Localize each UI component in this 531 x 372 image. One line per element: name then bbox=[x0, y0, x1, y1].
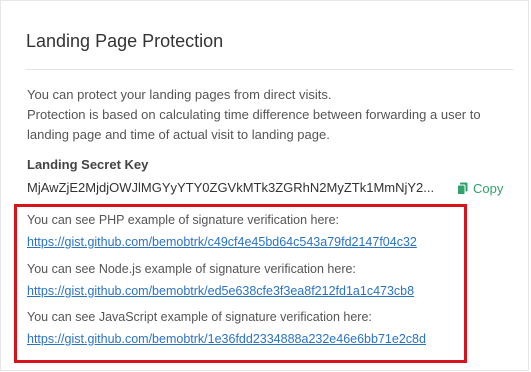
copy-icon bbox=[457, 182, 468, 195]
javascript-example-link[interactable]: https://gist.github.com/bemobtrk/1e36fdd… bbox=[27, 332, 426, 346]
secret-key-value[interactable]: MjAwZjE2MjdjOWJlMGYyYTY0ZGVkMTk3ZGRhN2My… bbox=[27, 180, 445, 195]
description-line-1: You can protect your landing pages from … bbox=[27, 87, 332, 102]
protection-description: You can protect your landing pages from … bbox=[27, 85, 522, 145]
panel-title: Landing Page Protection bbox=[26, 31, 224, 51]
nodejs-example-link[interactable]: https://gist.github.com/bemobtrk/ed5e638… bbox=[27, 284, 414, 298]
javascript-example-text: You can see JavaScript example of signat… bbox=[27, 310, 372, 324]
description-line-3: landing page and time of actual visit to… bbox=[27, 127, 330, 142]
description-line-2: Protection is based on calculating time … bbox=[27, 107, 481, 122]
landing-protection-panel: Landing Page Protection You can protect … bbox=[0, 0, 529, 371]
php-example-link[interactable]: https://gist.github.com/bemobtrk/c49cf4e… bbox=[27, 235, 417, 249]
copy-button-label: Copy bbox=[473, 180, 504, 196]
title-divider bbox=[26, 69, 513, 70]
copy-button[interactable]: Copy bbox=[457, 179, 503, 197]
nodejs-example-text: You can see Node.js example of signature… bbox=[27, 262, 356, 276]
secret-key-label: Landing Secret Key bbox=[27, 157, 149, 172]
php-example-text: You can see PHP example of signature ver… bbox=[27, 213, 339, 227]
